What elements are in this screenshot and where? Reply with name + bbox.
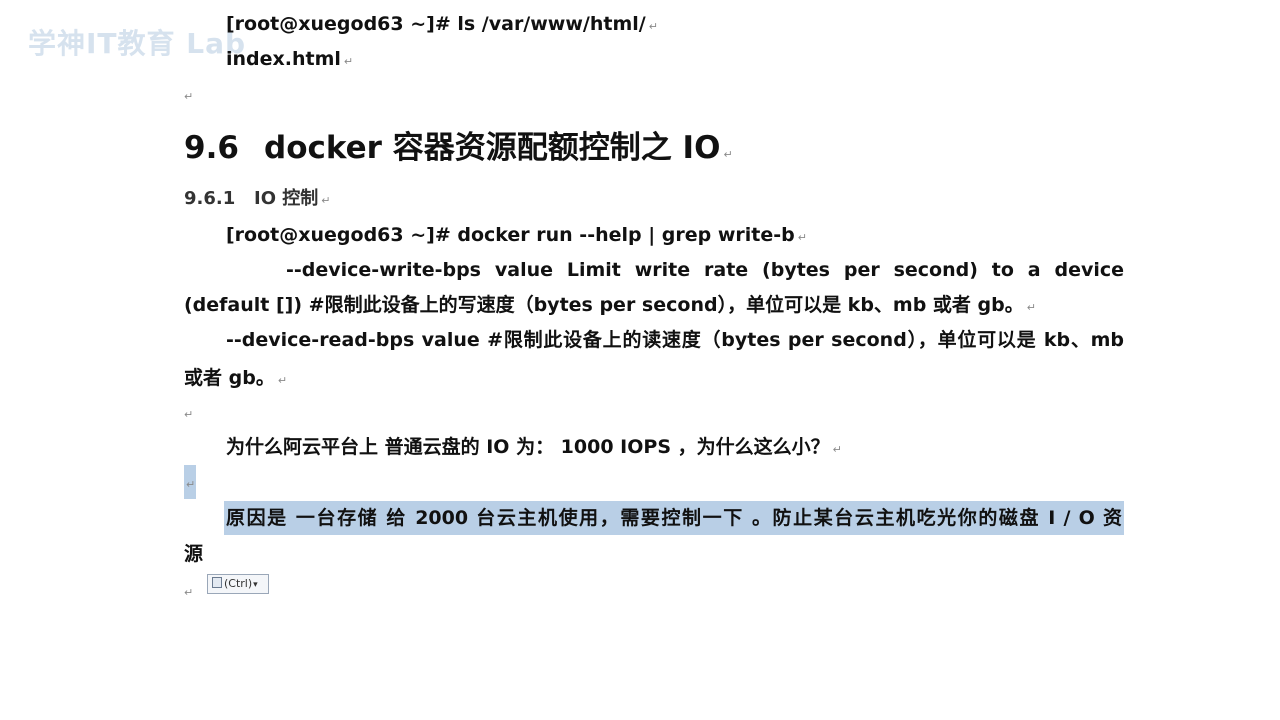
section-title: docker 容器资源配额控制之 IO	[264, 130, 721, 166]
ls-output-text: index.html	[226, 48, 341, 70]
paragraph-mark-icon: ↵	[321, 194, 331, 207]
subsection-number: 9.6.1	[184, 188, 236, 209]
read-option-line2: 或者 gb。 ↵	[184, 364, 287, 395]
answer-line2: 源	[184, 540, 203, 568]
paragraph-mark-icon: ↵	[184, 408, 194, 421]
ls-command-text: [root@xuegod63 ~]# ls /var/www/html/	[226, 13, 646, 35]
help-command-text: [root@xuegod63 ~]# docker run --help | g…	[226, 224, 795, 246]
paragraph-mark-icon: ↵	[343, 55, 354, 68]
question-text: 为什么阿云平台上 普通云盘的 IO 为： 1000 IOPS ，为什么这么小？	[226, 436, 830, 458]
read-option-line2-text: 或者 gb。	[184, 367, 275, 389]
write-option-line2: (default []) #限制此设备上的写速度（bytes per secon…	[184, 291, 1036, 322]
paragraph-mark-icon: ↵	[648, 20, 658, 33]
subsection-heading: 9.6.1 IO 控制 ↵	[184, 186, 330, 214]
section-heading: 9.6 docker 容器资源配额控制之 IO ↵	[184, 128, 733, 175]
watermark-logo: 学神IT教育 Lab	[28, 27, 247, 60]
paragraph-mark-icon: ↵	[184, 586, 194, 599]
chevron-down-icon: ▾	[253, 580, 258, 590]
paragraph-mark-icon: ↵	[184, 90, 194, 103]
paragraph-mark-icon: ↵	[277, 374, 288, 387]
paragraph-mark-icon: ↵	[723, 148, 733, 161]
paste-options-label: (Ctrl)	[224, 577, 253, 590]
answer-line1[interactable]: 原因是 一台存储 给 2000 台云主机使用，需要控制一下 。防止某台云主机吃光…	[226, 501, 1122, 536]
ls-command-line: [root@xuegod63 ~]# ls /var/www/html/↵	[226, 10, 658, 41]
question-line: 为什么阿云平台上 普通云盘的 IO 为： 1000 IOPS ，为什么这么小？ ↵	[226, 433, 842, 464]
ls-output-line: index.html ↵	[226, 45, 353, 76]
write-option-line2-text: (default []) #限制此设备上的写速度（bytes per secon…	[184, 294, 1024, 316]
subsection-title: IO 控制	[254, 188, 319, 209]
section-number: 9.6	[184, 130, 239, 166]
paragraph-mark-icon: ↵	[186, 478, 196, 491]
clipboard-icon	[212, 577, 222, 588]
paragraph-mark-icon: ↵	[797, 231, 807, 244]
read-option-line1: --device-read-bps value #限制此设备上的读速度（byte…	[226, 329, 1124, 351]
paragraph-mark-icon: ↵	[832, 443, 842, 456]
paste-options-button[interactable]: (Ctrl)▾	[207, 574, 269, 594]
help-command-line: [root@xuegod63 ~]# docker run --help | g…	[226, 221, 807, 252]
answer-line2-text: 源	[184, 543, 204, 565]
paragraph-mark-icon: ↵	[1026, 301, 1036, 314]
write-option-line1: --device-write-bps value Limit write rat…	[286, 259, 1124, 281]
